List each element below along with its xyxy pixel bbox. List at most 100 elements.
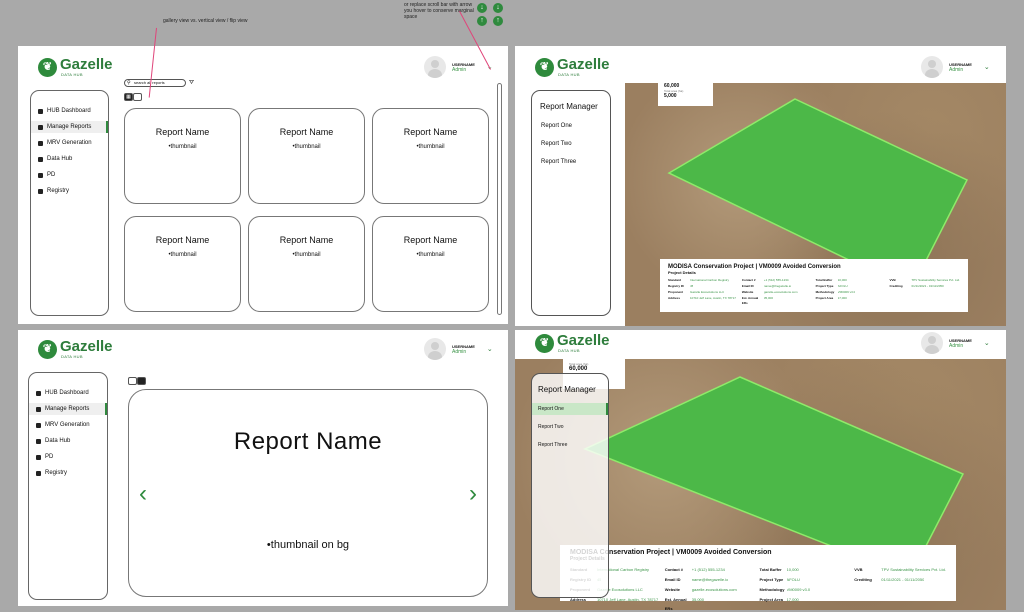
list-view-icon[interactable] [133, 93, 142, 101]
report-manager-item[interactable]: Report One [532, 120, 610, 132]
map-overlay-panel: ❦ Gazelle DATA HUB USERNAME Admin ⌄ Tota… [515, 330, 1006, 610]
nav-label: Manage Reports [45, 406, 90, 412]
brand-name: Gazelle [557, 332, 610, 349]
nav-label: Registry [47, 188, 70, 194]
project-field [889, 290, 960, 295]
sidebar-item-mrv-generation[interactable]: MRV Generation [31, 137, 108, 149]
report-manager-title: Report Manager [538, 385, 596, 394]
sidebar-item-hub-dashboard[interactable]: HUB Dashboard [29, 387, 107, 399]
report-manager-item[interactable]: Report Three [532, 156, 610, 168]
map-view-panel: ❦ Gazelle DATA HUB USERNAME Admin ⌄ 60,0… [515, 46, 1006, 326]
project-field: Total Buffer 10,000 [815, 278, 847, 282]
nav-square-icon [36, 422, 41, 428]
project-field: StandardInternational Carbon Registry [668, 278, 730, 282]
nav-label: Data Hub [47, 156, 73, 162]
nav-label: Registry [45, 470, 68, 476]
user-menu[interactable]: USERNAME Admin ⌄ [424, 338, 493, 360]
project-title: MODISA Conservation Project | VM0009 Avo… [570, 549, 772, 556]
user-menu[interactable]: USERNAME Admin ⌄ [921, 56, 990, 78]
project-field: Website gazelle-ecosolutions.com [741, 290, 798, 294]
arrow-up-icon[interactable]: ↑ [477, 16, 487, 26]
report-card[interactable]: Report Name •thumbnail [372, 108, 489, 204]
project-field: Project Type AFOLU [815, 284, 848, 288]
report-card-name: Report Name [155, 235, 210, 245]
project-field: Project Area 17,000 [759, 597, 799, 602]
brand-logo[interactable]: ❦ Gazelle DATA HUB [535, 57, 610, 77]
view-toggle: ▦ [124, 93, 142, 101]
project-field: VVB TPV Sustainability Services Pvt. Ltd. [889, 278, 960, 282]
scrollbar[interactable] [497, 83, 502, 315]
sidebar-item-manage-reports[interactable]: Manage Reports [29, 403, 107, 415]
nav-label: HUB Dashboard [47, 108, 91, 114]
nav-square-icon [38, 156, 43, 162]
report-card-name: Report Name [279, 235, 334, 245]
chevron-right-icon[interactable]: › [469, 480, 477, 508]
brand-logo[interactable]: ❦ Gazelle DATA HUB [535, 332, 610, 353]
leaf-logo-icon: ❦ [535, 334, 554, 353]
nav-square-icon [38, 172, 43, 178]
report-card[interactable]: Report Name •thumbnail [248, 216, 365, 312]
gallery-view-panel: ❦ Gazelle DATA HUB USERNAME Admin ⌄ ⚲ se… [18, 46, 508, 324]
report-flip-card[interactable]: Report Name •thumbnail on bg ‹ › [128, 389, 488, 597]
nav-square-icon [38, 124, 43, 130]
sidebar-item-hub-dashboard[interactable]: HUB Dashboard [31, 105, 108, 117]
chevron-down-icon[interactable]: ⌄ [984, 63, 990, 71]
report-card-thumbnail: •thumbnail [168, 252, 197, 258]
arrow-down-icon[interactable]: ↓ [493, 3, 503, 13]
project-details-card: MODISA Conservation Project | VM0009 Avo… [560, 545, 956, 610]
search-input[interactable]: ⚲ search all reports [124, 79, 186, 87]
user-menu[interactable]: USERNAME Admin ⌄ [424, 56, 493, 78]
arrow-down-icon[interactable]: ↓ [477, 3, 487, 13]
report-card[interactable]: Report Name •thumbnail [248, 108, 365, 204]
sidebar: HUB Dashboard Manage Reports MRV Generat… [28, 372, 108, 600]
report-flip-name: Report Name [233, 428, 383, 455]
report-card-thumbnail: •thumbnail [292, 252, 321, 258]
sidebar-item-manage-reports[interactable]: Manage Reports [31, 121, 108, 133]
report-manager-item[interactable]: Report One [532, 403, 608, 415]
chevron-down-icon[interactable]: ⌄ [984, 339, 990, 347]
report-card-name: Report Name [403, 235, 458, 245]
report-card-name: Report Name [279, 127, 334, 137]
user-role: Admin [949, 66, 964, 73]
sidebar-item-pd[interactable]: PD [31, 169, 108, 181]
stat-value: 60,000 [569, 366, 588, 372]
report-card[interactable]: Report Name •thumbnail [124, 216, 241, 312]
project-field: Contact # +1 (512) 555-1234 [664, 567, 725, 572]
sidebar-item-data-hub[interactable]: Data Hub [29, 435, 107, 447]
report-manager-item[interactable]: Report Three [532, 439, 608, 451]
project-field: Crediting 01/11/2021 - 01/11/2050 [889, 284, 944, 288]
stats-box: 60,000 Total area (ha) 5,000 [658, 80, 713, 106]
nav-label: Data Hub [45, 438, 71, 444]
project-field: Email ID name@thegazelle.io [741, 284, 792, 288]
chevron-down-icon[interactable]: ⌄ [487, 345, 493, 353]
report-manager: Report Manager Report One Report Two Rep… [531, 90, 611, 316]
project-field: Email ID name@thegazelle.io [664, 577, 729, 582]
nav-label: HUB Dashboard [45, 390, 89, 396]
project-field: Contact # +1 (512) 555-1234 [741, 278, 789, 282]
grid-view-icon[interactable]: ▦ [124, 93, 133, 101]
brand-logo[interactable]: ❦ Gazelle DATA HUB [38, 57, 113, 77]
report-manager-item[interactable]: Report Two [532, 138, 610, 150]
arrow-up-icon[interactable]: ↑ [493, 16, 503, 26]
sidebar-item-registry[interactable]: Registry [29, 467, 107, 479]
report-manager-item[interactable]: Report Two [532, 421, 608, 433]
project-fields: StandardInternational Carbon Registry Co… [668, 278, 960, 306]
sidebar-item-pd[interactable]: PD [29, 451, 107, 463]
filter-icon[interactable]: ⛛ [189, 80, 194, 87]
report-card[interactable]: Report Name •thumbnail [124, 108, 241, 204]
chevron-left-icon[interactable]: ‹ [139, 480, 147, 508]
nav-square-icon [36, 454, 41, 460]
project-field: ProponentGazelle Ecosolutions LLC [668, 290, 725, 294]
user-menu[interactable]: USERNAME Admin ⌄ [921, 332, 990, 354]
project-subtitle: Project Details [668, 270, 696, 275]
grid-view-icon[interactable] [128, 377, 137, 385]
sidebar-item-mrv-generation[interactable]: MRV Generation [29, 419, 107, 431]
stat-value: 5,000 [664, 93, 677, 99]
list-view-icon[interactable] [137, 377, 146, 385]
report-card[interactable]: Report Name •thumbnail [372, 216, 489, 312]
sidebar-item-data-hub[interactable]: Data Hub [31, 153, 108, 165]
sidebar-item-registry[interactable]: Registry [31, 185, 108, 197]
search-icon: ⚲ [127, 80, 131, 86]
nav-label: Manage Reports [47, 124, 92, 130]
brand-logo[interactable]: ❦ Gazelle DATA HUB [38, 339, 113, 359]
